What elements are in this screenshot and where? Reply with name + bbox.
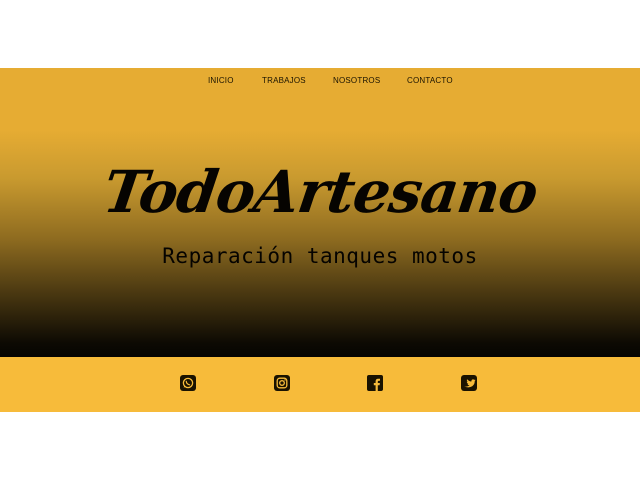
social-bar [0,357,640,412]
hero-section: INICIO TRABAJOS NOSOTROS CONTACTO TodoAr… [0,68,640,357]
twitter-icon[interactable] [461,375,477,391]
brand-title: TodoArtesano [98,158,542,226]
page: INICIO TRABAJOS NOSOTROS CONTACTO TodoAr… [0,0,640,480]
facebook-icon[interactable] [367,375,383,391]
nav-item-contacto[interactable]: CONTACTO [407,76,453,85]
nav-item-nosotros[interactable]: NOSOTROS [333,76,380,85]
nav-item-inicio[interactable]: INICIO [208,76,234,85]
brand-tagline: Reparación tanques motos [162,244,478,268]
whatsapp-icon[interactable] [180,375,196,391]
main-nav: INICIO TRABAJOS NOSOTROS CONTACTO [0,76,640,96]
instagram-icon[interactable] [274,375,290,391]
nav-item-trabajos[interactable]: TRABAJOS [262,76,306,85]
brand-logo: TodoArtesano [0,158,640,226]
